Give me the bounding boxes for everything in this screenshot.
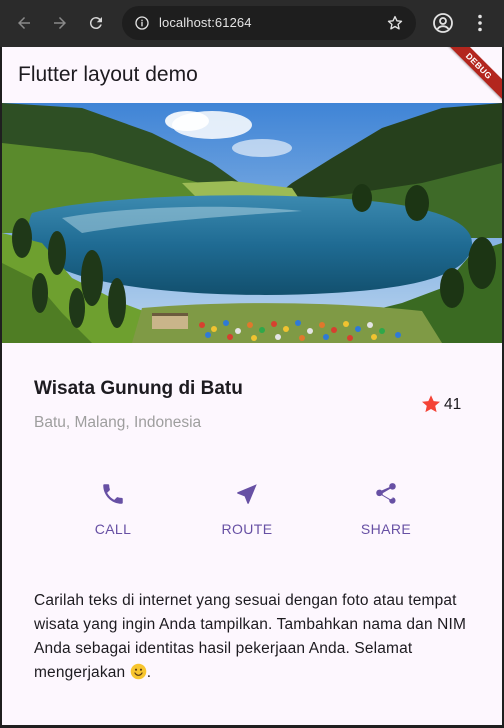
account-icon[interactable] xyxy=(431,11,455,35)
browser-toolbar: localhost:61264 xyxy=(0,0,504,47)
share-button[interactable]: SHARE xyxy=(341,481,431,541)
action-buttons: CALL ROUTE SHARE xyxy=(2,481,502,541)
call-button[interactable]: CALL xyxy=(68,481,158,541)
smiling-face-icon xyxy=(130,663,147,680)
app-bar: Flutter layout demo xyxy=(2,47,502,103)
phone-icon xyxy=(103,484,123,504)
address-bar[interactable]: localhost:61264 xyxy=(122,6,416,40)
arrow-right-icon xyxy=(54,17,66,29)
description-tail: . xyxy=(146,664,152,681)
reload-button[interactable] xyxy=(84,11,108,35)
near-me-icon xyxy=(237,484,257,504)
url-text[interactable]: localhost:61264 xyxy=(159,15,252,30)
description: Carilah teks di internet yang sesuai den… xyxy=(34,589,470,685)
call-label: CALL xyxy=(94,521,132,537)
page-title: Flutter layout demo xyxy=(18,63,198,86)
share-label: SHARE xyxy=(360,521,412,537)
star-outline-icon[interactable] xyxy=(386,14,404,32)
route-label: ROUTE xyxy=(221,521,273,537)
back-button[interactable] xyxy=(12,11,36,35)
flutter-app: Flutter layout demo DEBUG Wisata Gunung … xyxy=(2,47,502,725)
place-title: Wisata Gunung di Batu xyxy=(34,378,243,399)
more-vert-icon[interactable] xyxy=(468,11,492,35)
forward-button[interactable] xyxy=(48,11,72,35)
title-section: Wisata Gunung di Batu Batu, Malang, Indo… xyxy=(34,373,470,433)
star-icon xyxy=(422,395,440,413)
site-info-button[interactable] xyxy=(132,13,152,33)
place-location: Batu, Malang, Indonesia xyxy=(34,414,202,431)
description-text: Carilah teks di internet yang sesuai den… xyxy=(34,592,467,681)
route-button[interactable]: ROUTE xyxy=(202,481,292,541)
share-icon xyxy=(376,483,396,504)
hero-image xyxy=(2,103,502,343)
rating-count: 41 xyxy=(444,396,462,413)
reload-icon xyxy=(89,17,102,30)
info-icon xyxy=(135,16,149,30)
arrow-left-icon xyxy=(18,17,30,29)
